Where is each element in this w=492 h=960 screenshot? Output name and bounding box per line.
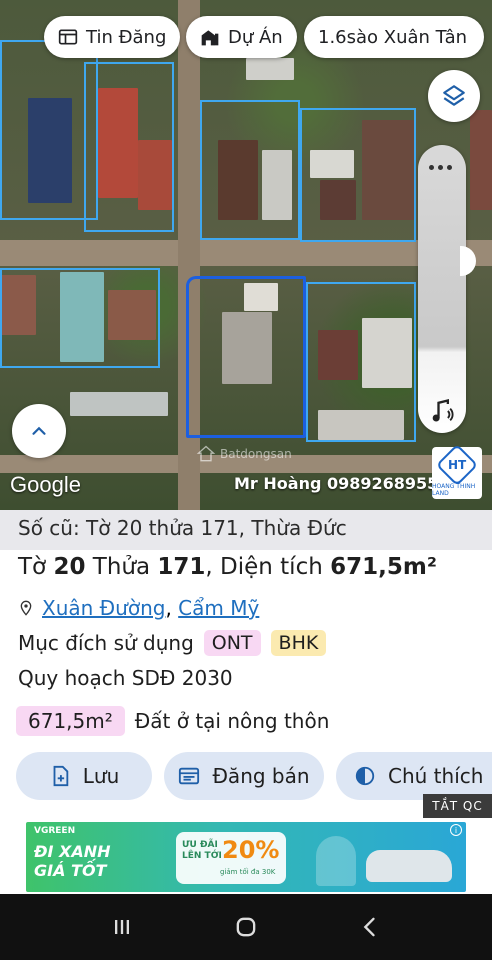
land-plot-outline[interactable] [306,282,416,442]
title-plot-word: Thửa [92,554,151,580]
chip-saved-search[interactable]: 1.6sào Xuân Tân [304,16,484,58]
satellite-map[interactable]: Tin Đăng Dự Án 1.6sào Xuân Tân Batdongsa… [0,0,492,510]
add-file-icon [53,765,68,787]
plot-title: Tờ 20 Thửa 171, Diện tích 671,5m² [18,554,437,580]
title-sheet-word: Tờ [18,554,47,580]
area-row: 671,5m² Đất ở tại nông thôn [16,706,329,736]
area-tag: 671,5m² [16,706,125,736]
back-icon[interactable] [356,913,384,941]
agent-contact-watermark: Mr Hoàng 0989268955 [234,474,439,493]
usage-label: Mục đích sử dụng [18,631,194,655]
center-watermark-text: Batdongsan [220,447,292,461]
chip-projects[interactable]: Dự Án [186,16,297,58]
location-separator: , [165,596,172,620]
listing-icon [179,767,200,785]
agency-logo-mark: HT [435,443,479,486]
district-link[interactable]: Cẩm Mỹ [178,596,259,620]
ad-people-image [316,836,356,886]
more-icon[interactable] [429,165,452,170]
google-logo: Google [10,472,81,497]
title-sheet-number: 20 [53,554,86,580]
ad-headline-line1: ĐI XANH [34,842,111,861]
title-plot-number: 171 [157,554,206,580]
ad-promo-percent: 20% [222,836,280,864]
chip-saved-search-label: 1.6sào Xuân Tân [318,26,468,48]
home-icon[interactable] [232,913,260,941]
center-watermark: Batdongsan [196,444,292,464]
recents-icon[interactable] [108,913,136,941]
land-plot-outline[interactable] [0,268,160,368]
ad-brand: VGREEN [34,826,76,836]
ad-banner[interactable]: VGREEN ĐI XANH GIÁ TỐT ƯU ĐÃI LÊN TỚI 20… [26,822,466,892]
ad-headline: ĐI XANH GIÁ TỐT [34,842,111,880]
location-row: Xuân Đường, Cẩm Mỹ [18,596,259,620]
ad-promo-note: giảm tối đa 30K [220,868,276,876]
layers-button[interactable] [428,70,480,122]
usage-tag-bhk[interactable]: BHK [270,630,327,656]
post-sale-button[interactable]: Đăng bán [164,752,324,800]
legend-button-label: Chú thích [388,764,484,788]
planning-label: Quy hoạch SDĐ 2030 [18,666,233,690]
system-nav-bar [0,894,492,960]
agency-logo: HT HOANG THINH LAND [432,443,482,499]
usage-tag-ont[interactable]: ONT [203,630,261,656]
ad-headline-line2: GIÁ TỐT [34,861,107,880]
watermark-logo-icon [196,445,216,462]
legend-button[interactable]: Chú thích [336,752,492,800]
chip-listings-label: Tin Đăng [86,26,167,48]
chip-projects-label: Dự Án [228,26,283,48]
project-icon [201,30,219,46]
post-sale-button-label: Đăng bán [212,764,310,788]
contrast-icon [355,766,375,786]
ad-info-icon[interactable]: i [450,824,462,836]
map-pin-icon [20,600,32,616]
title-area-value: 671,5m² [330,554,437,580]
floating-side-panel[interactable] [418,145,466,433]
usage-row: Mục đích sử dụng ONT BHK [18,630,327,656]
selected-land-plot[interactable] [186,276,306,438]
ad-car-image [366,850,452,882]
expand-up-button[interactable] [12,404,66,458]
roof [246,58,294,80]
ad-promo-line2: LÊN TỚI [182,851,222,861]
agency-logo-letters: HT [447,457,467,472]
listing-icon [58,29,78,45]
title-area-label: , Diện tích [205,554,323,580]
ad-promo-box: ƯU ĐÃI LÊN TỚI 20% giảm tối đa 30K [176,832,286,884]
old-reference: Số cũ: Tờ 20 thửa 171, Thừa Đức [0,510,492,550]
land-plot-outline[interactable] [84,62,174,232]
layers-icon [443,85,465,106]
ad-promo-line1: ƯU ĐÃI [182,840,218,850]
roof [470,110,492,210]
sound-icon[interactable] [428,397,456,425]
ad-promo-label: ƯU ĐÃI LÊN TỚI [182,840,222,862]
agency-logo-caption: HOANG THINH LAND [432,482,476,497]
save-button-label: Lưu [82,764,120,788]
plot-info-sheet: Số cũ: Tờ 20 thửa 171, Thừa Đức Tờ 20 Th… [0,510,492,894]
roof [70,392,168,416]
ward-link[interactable]: Xuân Đường [42,596,165,620]
chip-listings[interactable]: Tin Đăng [44,16,181,58]
chevron-up-icon [32,426,46,435]
hide-ads-button[interactable]: TẮT QC [423,794,492,818]
land-plot-outline[interactable] [300,108,416,242]
save-button[interactable]: Lưu [16,752,152,800]
land-plot-outline[interactable] [200,100,300,240]
area-description: Đất ở tại nông thôn [134,709,330,733]
